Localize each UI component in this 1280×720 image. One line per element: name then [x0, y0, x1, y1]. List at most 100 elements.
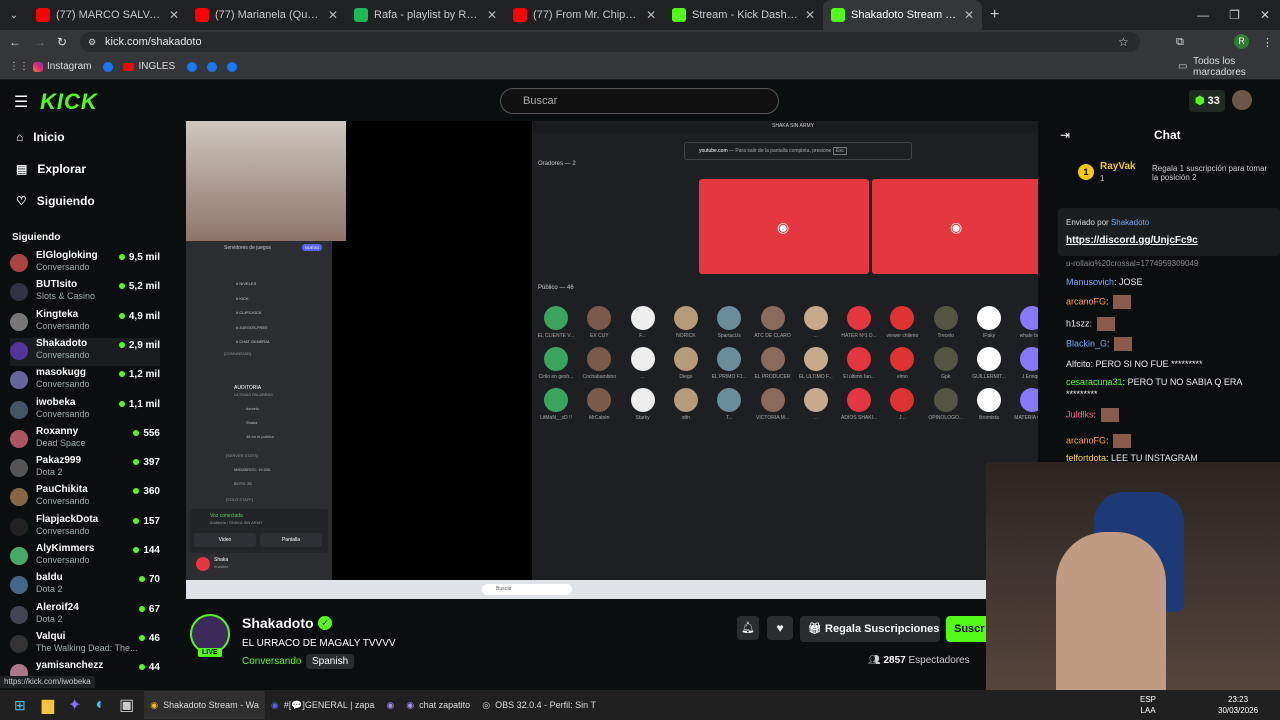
- facebook-icon[interactable]: [207, 61, 218, 72]
- following-channel[interactable]: Shakadoto Conversando 2,9 mil: [10, 337, 160, 366]
- chat-username[interactable]: Alfcito: [1066, 359, 1091, 369]
- back-icon[interactable]: ←: [9, 35, 21, 49]
- following-channel[interactable]: Valqui The Walking Dead: The... 46: [10, 631, 160, 659]
- address-bar[interactable]: kick.com/shakadoto: [80, 32, 1140, 52]
- bookmark-ingles[interactable]: INGLES: [138, 61, 175, 72]
- chat-message[interactable]: arcanoFG:: [1066, 295, 1266, 309]
- browser-tab[interactable]: Stream - Kick Dashboard ✕: [664, 0, 823, 30]
- chat-username[interactable]: Blackin_G: [1066, 338, 1107, 348]
- notification-bell-button[interactable]: 🔔︎: [737, 616, 759, 640]
- following-channel[interactable]: masokugg Conversando 1,2 mil: [10, 367, 160, 395]
- taskbar-chrome[interactable]: ◉ Shakadoto Stream - Wa: [144, 691, 265, 719]
- pinned-message[interactable]: Enviado por Shakadoto https://discord.gg…: [1058, 208, 1280, 256]
- following-channel[interactable]: ElGlogloking Conversando 9,5 mil: [10, 250, 160, 278]
- language-tag[interactable]: Spanish: [306, 654, 355, 669]
- following-channel[interactable]: Roxanny Dead Space 556: [10, 426, 160, 454]
- nav-explorar[interactable]: ▤ Explorar: [16, 162, 86, 176]
- gift-leader-name[interactable]: RayVak: [1100, 161, 1136, 172]
- tab-close-icon[interactable]: ✕: [964, 8, 974, 22]
- following-channel[interactable]: Kingteka Conversando 4,9 mil: [10, 309, 160, 337]
- gift-promo-text[interactable]: Regala 1 suscripción para tomar la posic…: [1152, 164, 1272, 182]
- chat-username[interactable]: Juldlks: [1066, 409, 1094, 419]
- video-player[interactable]: Servidores de juegos NUEVO # NIVELES # KI…: [186, 121, 1038, 599]
- reload-icon[interactable]: ↻: [57, 35, 67, 49]
- following-channel[interactable]: AlyKimmers Conversando 144: [10, 543, 160, 571]
- browser-tab[interactable]: (77) MARCO SALVA A GRACE D ✕: [28, 0, 187, 30]
- forward-icon[interactable]: →: [34, 35, 46, 49]
- chat-username[interactable]: h1szz: [1066, 318, 1090, 328]
- follow-heart-button[interactable]: ♥: [767, 616, 793, 640]
- profile-avatar[interactable]: R: [1234, 34, 1249, 49]
- following-channel[interactable]: FlapjackDota Conversando 157: [10, 514, 160, 542]
- taskbar-app[interactable]: ◉: [380, 700, 400, 711]
- following-channel[interactable]: baldu Dota 2 70: [10, 572, 160, 600]
- site-info-icon[interactable]: ⚙: [88, 37, 96, 48]
- chat-username[interactable]: arcanoFG: [1066, 435, 1106, 445]
- browser-tab[interactable]: Rafa - playlist by RafaeIxared | ✕: [346, 0, 505, 30]
- browser-tab[interactable]: (77) Marianela (Que Pasa) (Exte ✕: [187, 0, 346, 30]
- facebook-icon[interactable]: [103, 61, 114, 72]
- minimize-icon[interactable]: —: [1197, 8, 1209, 22]
- following-channel[interactable]: Aleroif24 Dota 2 67: [10, 602, 160, 630]
- tab-close-icon[interactable]: ✕: [646, 8, 656, 22]
- chat-username[interactable]: Manusovich: [1066, 277, 1114, 287]
- extensions-icon[interactable]: ⧉: [1176, 36, 1184, 49]
- file-explorer-icon[interactable]: ▆: [42, 695, 54, 715]
- hamburger-menu-icon[interactable]: ☰: [14, 92, 28, 112]
- chat-message[interactable]: Alfcito: PERO SI NO FUE *********: [1066, 358, 1266, 370]
- taskbar-discord[interactable]: ◉ #[💬]GENERAL | zapa: [265, 700, 381, 711]
- chat-username[interactable]: arcanoFG: [1066, 296, 1106, 306]
- chat-message[interactable]: arcanoFG:: [1066, 434, 1266, 448]
- apps-icon[interactable]: ⋮⋮: [9, 61, 29, 72]
- edge-icon[interactable]: ◐: [95, 696, 105, 714]
- screen-share-button[interactable]: Pantalla: [260, 533, 322, 547]
- clock[interactable]: 23:23 30/03/2026: [1218, 694, 1258, 716]
- tab-search-icon[interactable]: ⌄: [0, 10, 28, 21]
- nav-inicio[interactable]: ⌂ Inicio: [16, 130, 65, 144]
- points-badge[interactable]: ⬢ 33: [1189, 90, 1225, 112]
- copilot-icon[interactable]: ✦: [68, 695, 81, 715]
- chat-username[interactable]: cesaracuna31: [1066, 377, 1123, 387]
- store-icon[interactable]: ▣: [119, 695, 134, 715]
- bookmark-all-folder[interactable]: Todos los marcadores: [1193, 56, 1280, 78]
- tab-close-icon[interactable]: ✕: [169, 8, 179, 22]
- close-window-icon[interactable]: ✕: [1260, 8, 1270, 22]
- tab-close-icon[interactable]: ✕: [805, 8, 815, 22]
- taskbar-obs[interactable]: ◎ OBS 32.0.4 - Perfil: Sin T: [476, 700, 602, 711]
- chat-message[interactable]: Manusovich: JOSE: [1066, 276, 1266, 288]
- nav-siguiendo[interactable]: ♡ Siguiendo: [16, 194, 95, 208]
- following-channel[interactable]: BUTIsito Slots & Casino 5,2 mil: [10, 279, 160, 307]
- menu-icon[interactable]: ⋮: [1262, 36, 1273, 49]
- gift-subs-button[interactable]: 🎁︎ Regala Suscripciones: [800, 616, 940, 642]
- language-code: ESP: [1140, 695, 1157, 704]
- language-indicator[interactable]: ESP LAA: [1140, 694, 1156, 716]
- subscribe-button[interactable]: Suscr: [946, 616, 986, 642]
- new-tab-button[interactable]: +: [982, 6, 999, 24]
- following-channel[interactable]: PauChikita Conversando 360: [10, 484, 160, 512]
- kick-logo[interactable]: KICK: [40, 89, 98, 115]
- facebook-icon[interactable]: [187, 61, 198, 72]
- tab-close-icon[interactable]: ✕: [328, 8, 338, 22]
- chat-message[interactable]: Blackin_G:: [1066, 337, 1266, 351]
- following-channel[interactable]: Pakaz999 Dota 2 397: [10, 455, 160, 483]
- stream-category[interactable]: Conversando: [242, 656, 301, 667]
- chat-message[interactable]: h1szz:: [1066, 317, 1266, 331]
- chat-message[interactable]: cesaracuna31: PERO TU NO SABIA Q ERA ***…: [1066, 376, 1266, 400]
- taskbar-chat[interactable]: ◉ chat zapatito: [400, 700, 476, 711]
- user-avatar[interactable]: [1232, 90, 1252, 110]
- video-button[interactable]: Video: [194, 533, 256, 547]
- browser-tab[interactable]: Shakadoto Stream - Watch ✕: [823, 0, 982, 30]
- chat-message[interactable]: Juldlks:: [1066, 408, 1266, 422]
- pinned-link[interactable]: https://discord.gg/UnjcFc9c: [1066, 235, 1198, 246]
- bookmark-star-icon[interactable]: ☆: [1118, 35, 1129, 49]
- search-input[interactable]: Buscar: [500, 88, 779, 114]
- maximize-icon[interactable]: ❐: [1229, 8, 1240, 22]
- browser-tab[interactable]: (77) From Mr. Chips to Scarface ✕: [505, 0, 664, 30]
- following-channel[interactable]: iwobeka Conversando 1,1 mil: [10, 397, 160, 425]
- tab-close-icon[interactable]: ✕: [487, 8, 497, 22]
- bookmark-instagram[interactable]: Instagram: [47, 61, 91, 72]
- collapse-chat-icon[interactable]: ⇥: [1060, 128, 1070, 142]
- channel-name[interactable]: Shakadoto: [242, 615, 314, 631]
- facebook-icon[interactable]: [227, 61, 238, 72]
- windows-start-icon[interactable]: ⊞: [14, 697, 26, 714]
